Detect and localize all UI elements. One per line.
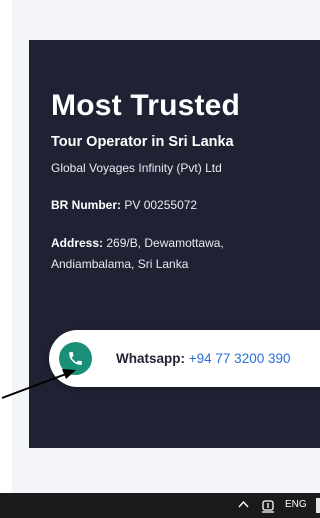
whatsapp-label: Whatsapp: (116, 351, 185, 366)
chevron-up-icon[interactable] (238, 499, 249, 510)
taskbar: ENG (0, 493, 320, 518)
whatsapp-text: Whatsapp: +94 77 3200 390 (116, 350, 291, 367)
headline: Most Trusted (51, 89, 241, 122)
battery-icon[interactable] (261, 497, 275, 513)
br-number-value: PV 00255072 (124, 198, 198, 212)
address-line: Address: 269/B, Dewamottawa, Andiambalam… (51, 233, 301, 275)
subheading: Tour Operator in Sri Lanka (51, 134, 234, 150)
address-label: Address: (51, 236, 104, 250)
company-name: Global Voyages Infinity (Pvt) Ltd (51, 161, 222, 175)
br-number-label: BR Number: (51, 198, 122, 212)
show-desktop-edge[interactable] (316, 498, 320, 513)
whatsapp-number[interactable]: +94 77 3200 390 (189, 351, 291, 366)
annotation-arrow-icon (1, 369, 76, 399)
br-number-line: BR Number: PV 00255072 (51, 197, 197, 213)
language-indicator[interactable]: ENG (285, 499, 307, 511)
whatsapp-button[interactable]: Whatsapp: +94 77 3200 390 (49, 330, 320, 387)
page-left-margin (0, 0, 12, 493)
